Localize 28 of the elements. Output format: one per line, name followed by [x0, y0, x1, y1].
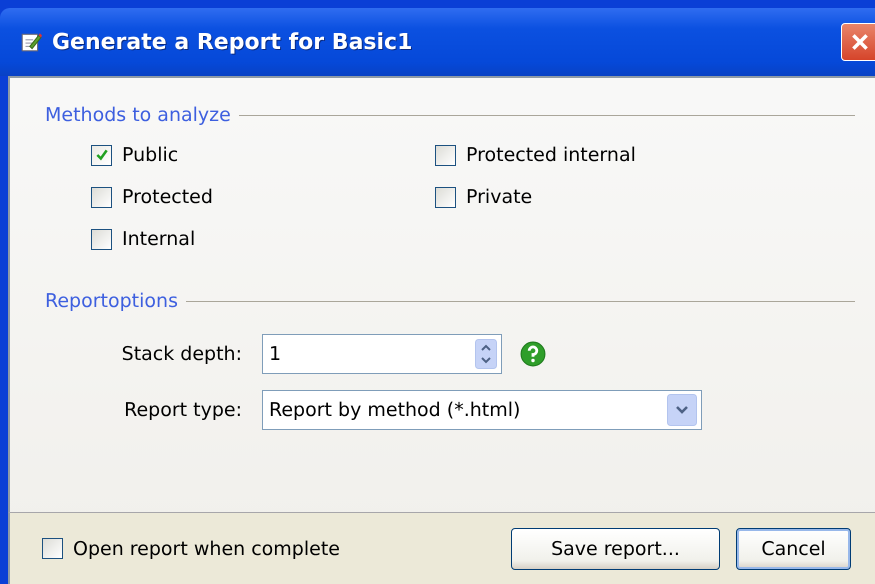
close-button[interactable]: [841, 23, 875, 61]
field-label: Report type:: [123, 399, 243, 421]
checkbox-label: Protected internal: [466, 144, 636, 166]
report-type-dropdown[interactable]: Report by method (*.html): [262, 390, 702, 430]
checkbox-label: Open report when complete: [73, 538, 340, 560]
checkbox[interactable]: [91, 228, 112, 250]
checkbox[interactable]: [91, 144, 112, 166]
stack-depth-spinner[interactable]: 1: [262, 334, 502, 374]
checkmark-icon: [94, 148, 108, 162]
field-label: Stack depth:: [120, 343, 243, 365]
help-icon[interactable]: [520, 341, 546, 367]
window-title: Generate a Report for Basic1: [52, 30, 414, 54]
notepad-pencil-icon: [20, 31, 42, 53]
cancel-button[interactable]: Cancel: [736, 528, 851, 570]
spinner-arrows-icon[interactable]: [475, 339, 497, 369]
checkbox[interactable]: [435, 144, 456, 166]
checkbox-label: Public: [122, 144, 178, 166]
field-value: 1: [269, 343, 282, 365]
checkbox-label: Internal: [122, 228, 196, 250]
checkbox[interactable]: [42, 538, 63, 559]
checkbox-label: Protected: [122, 186, 213, 208]
checkbox[interactable]: [91, 186, 112, 208]
section-title: Methods to analyze: [45, 104, 231, 126]
checkbox[interactable]: [435, 186, 456, 208]
field-value: Report by method (*.html): [269, 399, 520, 421]
save-report-button[interactable]: Save report...: [511, 528, 720, 570]
checkbox-label: Private: [466, 186, 532, 208]
section-title: Reportoptions: [45, 290, 178, 312]
